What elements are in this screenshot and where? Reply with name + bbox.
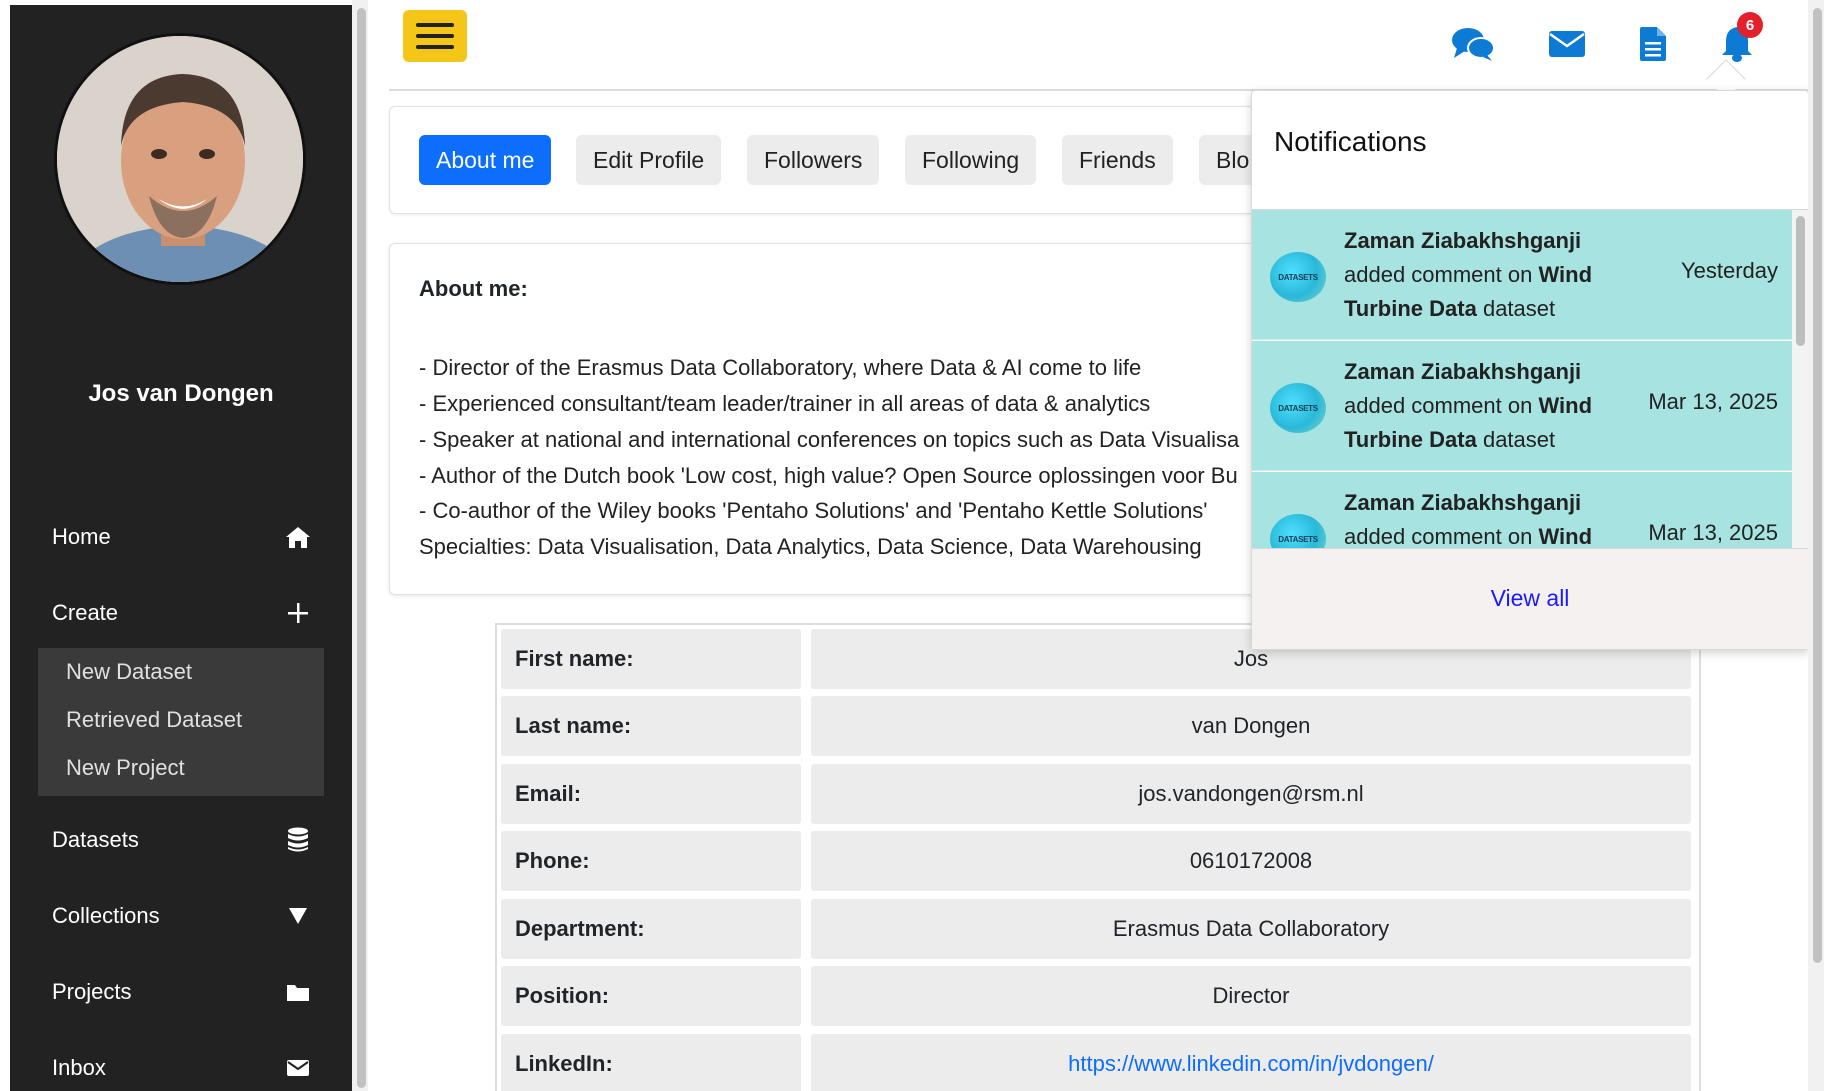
profile-row-label: Email: [501,764,801,824]
profile-row-value: van Dongen [811,696,1691,756]
about-heading: About me: [419,276,528,301]
triangle-down-icon [284,902,312,930]
sidebar: Jos van Dongen Home Create New Dataset R… [10,5,352,1091]
linkedin-link[interactable]: https://www.linkedin.com/in/jvdongen/ [811,1034,1691,1091]
about-line: - Author of the Dutch book 'Low cost, hi… [419,463,1238,488]
document-icon[interactable] [1630,22,1676,66]
notifications-dropdown: Notifications DATASETS Zaman Ziabakhshga… [1251,90,1809,650]
notification-count-badge: 6 [1737,12,1763,38]
notification-item[interactable]: DATASETS Zaman Ziabakhshganji added comm… [1252,472,1792,548]
avatar [54,33,306,285]
datasets-logo-icon: DATASETS [1270,514,1326,548]
notification-target: Wind [1538,524,1593,548]
datasets-logo-icon: DATASETS [1270,383,1326,433]
profile-row-value: Erasmus Data Collaboratory [811,899,1691,959]
notification-text: Zaman Ziabakhshganji added comment on Wi… [1344,355,1604,457]
create-submenu: New Dataset Retrieved Dataset New Projec… [38,648,324,796]
notification-user: Zaman Ziabakhshganji [1344,359,1582,384]
about-line: - Director of the Erasmus Data Collabora… [419,355,1142,380]
notification-action: added comment on [1344,524,1533,548]
envelope-icon[interactable] [1544,22,1590,66]
nav-item-label: Collections [52,903,160,928]
about-line: - Speaker at national and international … [419,427,1240,452]
profile-row-label: Department: [501,899,801,959]
about-line: Specialties: Data Visualisation, Data An… [419,534,1202,559]
notification-user: Zaman Ziabakhshganji [1344,228,1582,253]
nav-item-label: Create [52,600,119,625]
tab-edit-profile[interactable]: Edit Profile [576,135,722,185]
home-icon [284,523,312,551]
about-me-card: About me: - Director of the Erasmus Data… [389,243,1389,595]
notification-time: Mar 13, 2025 [1648,389,1778,414]
nav-item-projects[interactable]: Projects [10,967,352,1017]
notification-target: Wind [1538,393,1593,418]
nav-item-label: Inbox [52,1055,106,1080]
profile-row-value: Director [811,966,1691,1026]
notification-target: Turbine Data [1344,296,1477,321]
notification-action: added comment on [1344,262,1533,287]
profile-row-label: LinkedIn: [501,1034,801,1091]
notification-text: Zaman Ziabakhshganji added comment on Wi… [1344,224,1604,326]
profile-row-label: Last name: [501,696,801,756]
nav-item-label: Home [52,524,111,549]
about-line: - Co-author of the Wiley books 'Pentaho … [419,498,1208,523]
nav-item-label: Datasets [52,827,139,852]
notifications-title: Notifications [1274,126,1427,157]
notifications-footer: View all [1252,548,1808,649]
nav-item-inbox[interactable]: Inbox [10,1043,352,1091]
database-icon [284,826,312,854]
hamburger-icon [416,23,454,49]
notification-target: Turbine Data [1344,427,1477,452]
user-name: Jos van Dongen [88,380,274,407]
about-line: - Experienced consultant/team leader/tra… [419,391,1151,416]
profile-details-table: First name: Jos Last name: van Dongen Em… [495,623,1701,1091]
envelope-icon [284,1054,312,1082]
nav-item-home[interactable]: Home [10,512,352,562]
profile-row-value: jos.vandongen@rsm.nl [811,764,1691,824]
plus-icon [284,599,312,627]
notification-target: Wind [1538,262,1593,287]
notifications-list: DATASETS Zaman Ziabakhshganji added comm… [1252,209,1808,548]
app-root: Jos van Dongen Home Create New Dataset R… [0,0,1824,1091]
notification-user: Zaman Ziabakhshganji [1344,490,1582,515]
tab-followers[interactable]: Followers [747,135,880,185]
profile-row-label: First name: [501,629,801,689]
datasets-logo-icon: DATASETS [1270,252,1326,302]
submenu-item-new-project[interactable]: New Project [38,750,324,798]
notification-time: Mar 13, 2025 [1648,520,1778,545]
nav-item-create[interactable]: Create [10,588,352,638]
page-scrollbar-thumb[interactable] [1813,8,1822,963]
submenu-item-retrieved-dataset[interactable]: Retrieved Dataset [38,702,324,750]
submenu-item-new-dataset[interactable]: New Dataset [38,654,324,702]
sidebar-scrollbar-thumb[interactable] [357,8,366,1088]
notification-suffix: dataset [1482,427,1556,452]
avatar-photo [57,36,303,282]
notification-time: Yesterday [1680,258,1778,283]
profile-row-label: Position: [501,966,801,1026]
notification-suffix: dataset [1482,296,1556,321]
profile-row-label: Phone: [501,831,801,891]
nav-item-datasets[interactable]: Datasets [10,815,352,865]
comments-icon[interactable] [1450,22,1496,66]
tab-friends[interactable]: Friends [1062,135,1173,185]
view-all-link[interactable]: View all [1252,585,1808,612]
menu-toggle-button[interactable] [403,10,467,62]
notification-item[interactable]: DATASETS Zaman Ziabakhshganji added comm… [1252,341,1792,471]
tab-about-me[interactable]: About me [419,135,552,185]
notifications-scrollbar-thumb[interactable] [1796,216,1805,346]
notification-action: added comment on [1344,393,1533,418]
nav-item-collections[interactable]: Collections [10,891,352,941]
profile-row-value: 0610172008 [811,831,1691,891]
notification-text: Zaman Ziabakhshganji added comment on Wi… [1344,486,1604,548]
nav-item-label: Projects [52,979,132,1004]
folder-icon [284,978,312,1006]
notification-item[interactable]: DATASETS Zaman Ziabakhshganji added comm… [1252,210,1792,340]
tab-following[interactable]: Following [905,135,1037,185]
